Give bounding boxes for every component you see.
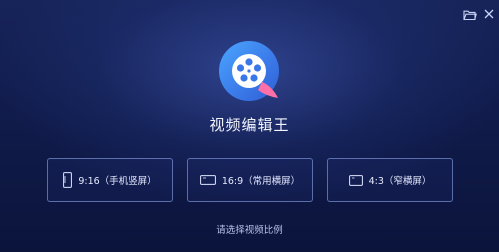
narrow-landscape-icon (348, 174, 363, 186)
select-ratio-hint: 请选择视频比例 (216, 225, 283, 236)
ratio-9-16-button[interactable]: 9:16（手机竖屏） (47, 158, 173, 202)
folder-open-icon (463, 10, 477, 21)
ratio-4-3-label: 4:3（窄横屏） (368, 176, 432, 187)
close-button[interactable] (483, 5, 495, 19)
landscape-screen-icon (199, 175, 216, 185)
ratio-4-3-button[interactable]: 4:3（窄横屏） (327, 158, 453, 202)
app-logo (218, 40, 281, 103)
ratio-9-16-label: 9:16（手机竖屏） (78, 176, 157, 187)
ratio-16-9-button[interactable]: 16:9（常用横屏） (187, 158, 313, 202)
ratio-16-9-label: 16:9（常用横屏） (221, 176, 301, 187)
app-title: 视频编辑王 (209, 116, 290, 134)
open-folder-button[interactable] (463, 6, 477, 21)
portrait-phone-icon (63, 172, 73, 188)
close-icon (484, 9, 494, 19)
